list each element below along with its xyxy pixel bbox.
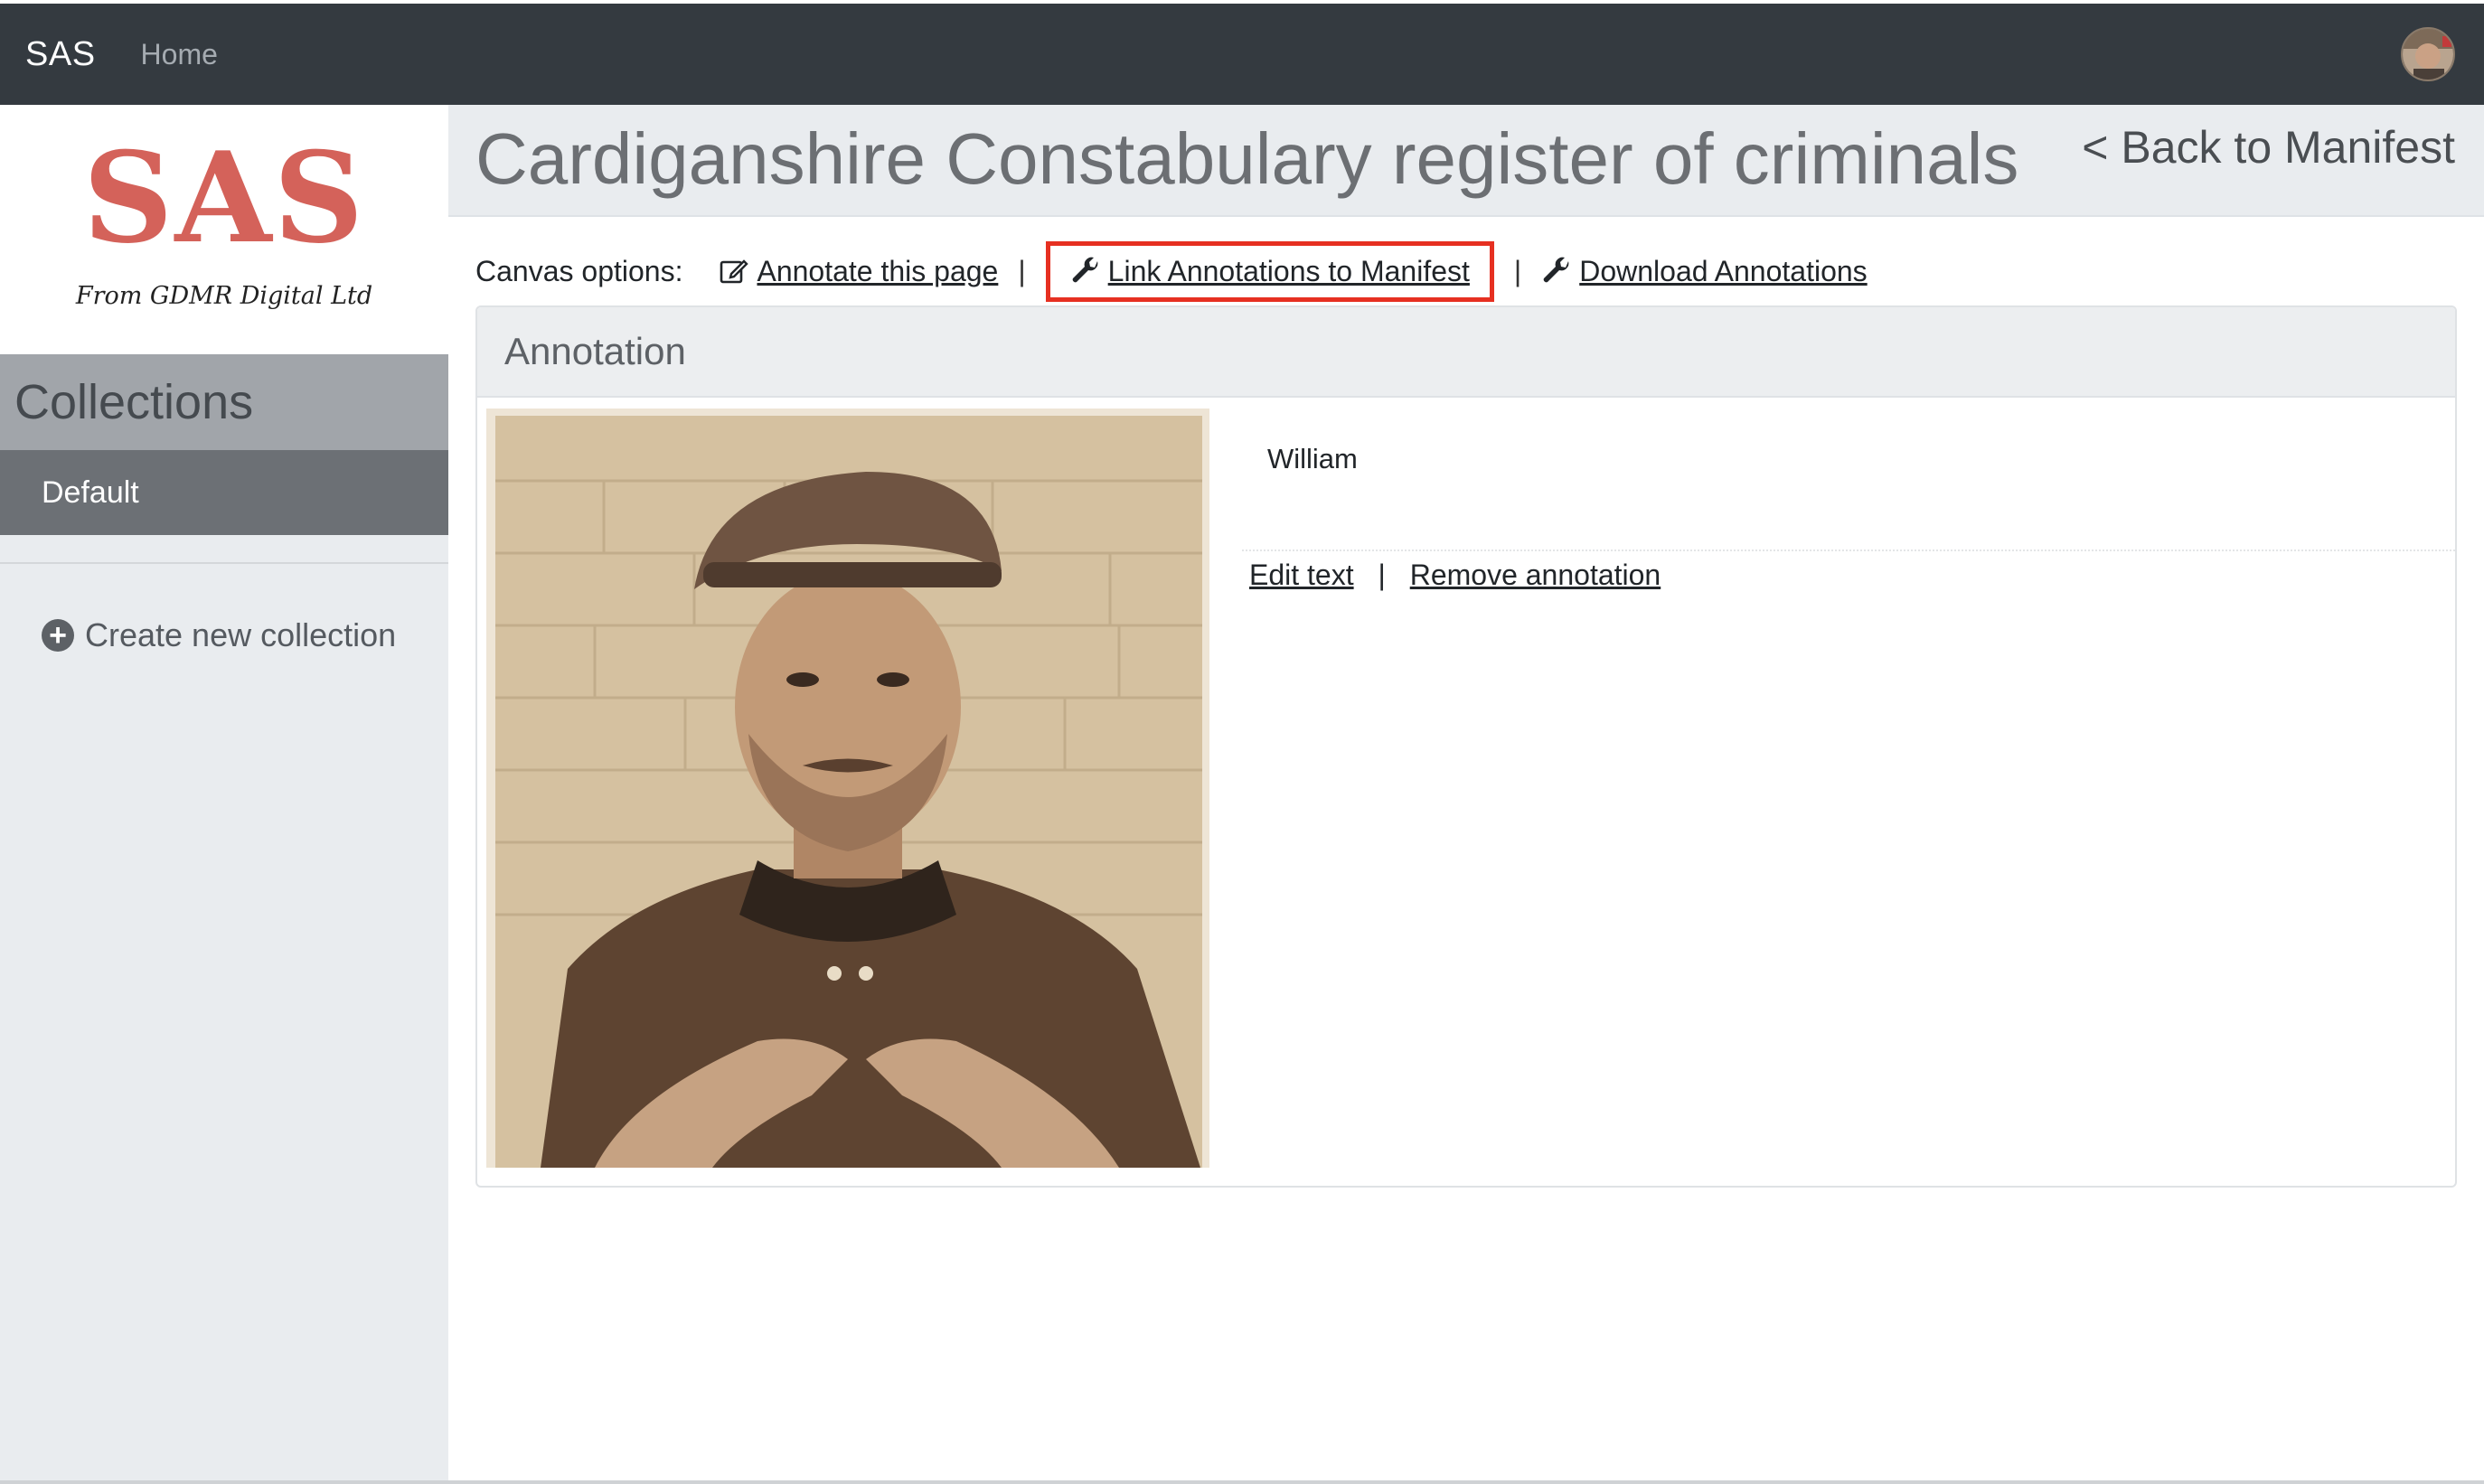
actions-separator: |	[1378, 559, 1386, 591]
user-avatar[interactable]	[2401, 27, 2455, 81]
back-to-manifest-link[interactable]: < Back to Manifest	[2082, 121, 2455, 174]
logo-subtitle: From GDMR Digital Ltd	[75, 282, 373, 310]
annotation-card-header: Annotation	[477, 307, 2455, 398]
wrench-icon	[1543, 257, 1569, 283]
avatar-icon	[2403, 29, 2453, 80]
window-bottom-edge	[0, 1480, 2484, 1484]
top-navbar: SAS Home	[0, 4, 2484, 105]
create-collection-label: Create new collection	[85, 616, 397, 653]
annotate-page-label: Annotate this page	[757, 254, 999, 287]
collection-item-default[interactable]: Default	[0, 450, 448, 535]
page-title: Cardiganshire Constabulary register of c…	[475, 118, 2019, 199]
nav-home-link[interactable]: Home	[141, 38, 218, 71]
sidebar-divider	[0, 562, 448, 564]
download-annotations-link[interactable]: Download Annotations	[1541, 254, 1868, 288]
left-sidebar: SAS From GDMR Digital Ltd Collections De…	[0, 105, 448, 1484]
wrench-icon	[1072, 257, 1098, 283]
link-annotations-label: Link Annotations to Manifest	[1107, 254, 1470, 287]
annotation-card: Annotation William Edit text | Remove an…	[475, 305, 2457, 1188]
logo[interactable]: SAS From GDMR Digital Ltd	[0, 105, 448, 354]
create-collection-link[interactable]: + Create new collection	[42, 616, 396, 654]
collections-heading: Collections	[0, 354, 448, 450]
page-header: Cardiganshire Constabulary register of c…	[448, 105, 2484, 217]
annotation-divider	[1242, 549, 2455, 551]
edit-text-link[interactable]: Edit text	[1249, 559, 1354, 591]
logo-text: SAS	[82, 124, 366, 271]
canvas-options-bar: Canvas options: Annotate this page | Lin…	[475, 240, 1868, 302]
annotation-text: William	[1267, 443, 1358, 474]
edit-icon	[720, 259, 749, 284]
app-frame: SAS Home SAS From GDMR Digital Ltd Colle…	[0, 0, 2484, 1484]
link-annotations-to-manifest-link[interactable]: Link Annotations to Manifest	[1045, 240, 1494, 302]
options-separator: |	[1513, 254, 1522, 287]
navbar-brand[interactable]: SAS	[25, 35, 96, 74]
canvas-options-label: Canvas options:	[475, 254, 683, 287]
options-separator: |	[1018, 254, 1026, 287]
remove-annotation-link[interactable]: Remove annotation	[1410, 559, 1661, 591]
annotate-page-link[interactable]: Annotate this page	[719, 255, 998, 288]
download-annotations-label: Download Annotations	[1579, 254, 1868, 287]
annotation-actions: Edit text | Remove annotation	[1249, 559, 1661, 592]
annotation-image[interactable]	[486, 409, 1209, 1168]
plus-circle-icon: +	[42, 619, 74, 652]
